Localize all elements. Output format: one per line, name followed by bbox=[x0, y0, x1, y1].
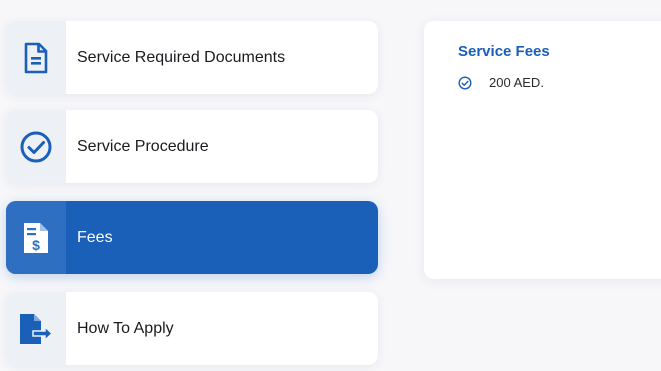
check-circle-icon bbox=[20, 131, 52, 162]
tab-how-to-apply[interactable]: How To Apply bbox=[6, 292, 378, 365]
tab-service-required-documents[interactable]: Service Required Documents bbox=[6, 21, 378, 94]
tab-label: Service Required Documents bbox=[77, 48, 286, 66]
check-circle-icon bbox=[458, 75, 472, 90]
tab-label: How To Apply bbox=[77, 319, 174, 337]
svg-text:$: $ bbox=[32, 237, 40, 253]
fee-document-icon: $ bbox=[24, 222, 48, 253]
fee-amount: 200 AED. bbox=[489, 75, 544, 90]
tab-icon-box: $ bbox=[6, 201, 66, 274]
tab-icon-box bbox=[6, 292, 66, 365]
apply-arrow-icon bbox=[20, 313, 54, 344]
tab-label: Service Procedure bbox=[77, 137, 209, 155]
tab-icon-box bbox=[6, 110, 66, 183]
tab-icon-box bbox=[6, 21, 66, 94]
fee-item: 200 AED. bbox=[458, 75, 544, 90]
service-fees-panel: Service Fees 200 AED. bbox=[424, 21, 661, 279]
tab-label: Fees bbox=[77, 228, 113, 246]
document-icon bbox=[24, 42, 48, 73]
tab-fees[interactable]: $ Fees bbox=[6, 201, 378, 274]
tab-service-procedure[interactable]: Service Procedure bbox=[6, 110, 378, 183]
panel-title: Service Fees bbox=[458, 43, 550, 60]
